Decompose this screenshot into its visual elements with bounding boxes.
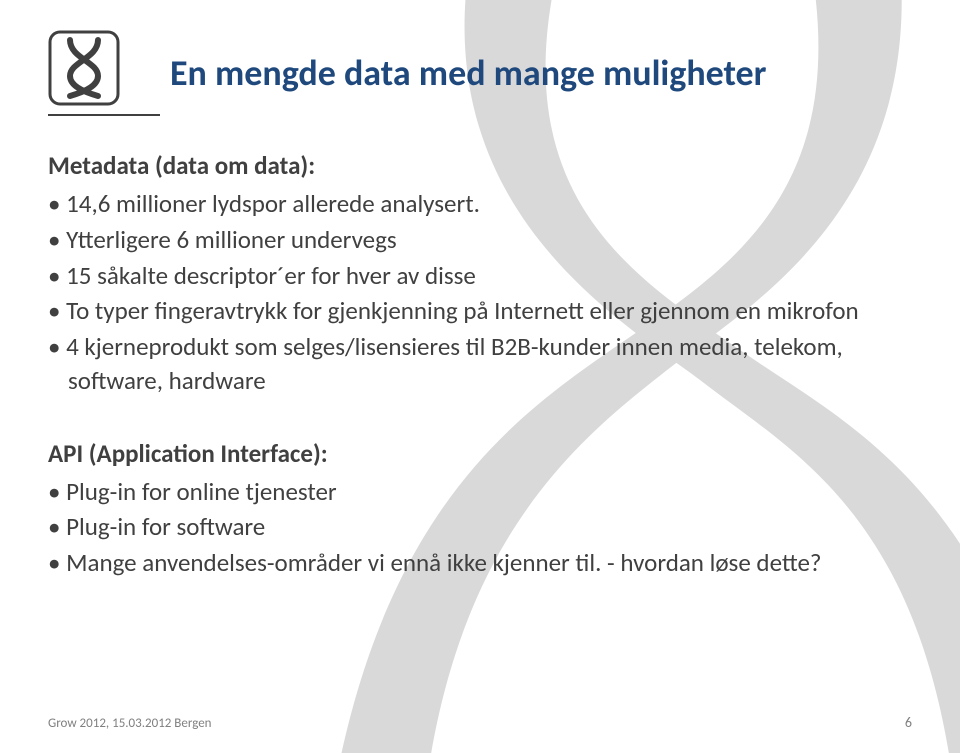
section2-list: Plug-in for online tjenester Plug-in for… [48, 475, 912, 580]
list-item: Plug-in for software [48, 510, 912, 544]
section1-heading: Metadata (data om data): [48, 150, 912, 181]
list-item: 4 kjerneprodukt som selges/lisensieres t… [48, 330, 912, 398]
list-item: Ytterligere 6 millioner undervegs [48, 223, 912, 257]
section1-list: 14,6 millioner lydspor allerede analyser… [48, 187, 912, 398]
list-item: Mange anvendelses-områder vi ennå ikke k… [48, 546, 912, 580]
list-item: To typer fingeravtrykk for gjenkjenning … [48, 294, 912, 328]
logo-icon [48, 28, 120, 108]
page-number: 6 [905, 714, 912, 731]
slide-title: En mengde data med mange muligheter [140, 53, 766, 108]
section2-heading: API (Application Interface): [48, 438, 912, 469]
title-underline [48, 114, 160, 116]
list-item: 15 såkalte descriptor´er for hver av dis… [48, 259, 912, 293]
list-item: 14,6 millioner lydspor allerede analyser… [48, 187, 912, 221]
list-item: Plug-in for online tjenester [48, 475, 912, 509]
footer-text: Grow 2012, 15.03.2012 Bergen [48, 716, 212, 731]
